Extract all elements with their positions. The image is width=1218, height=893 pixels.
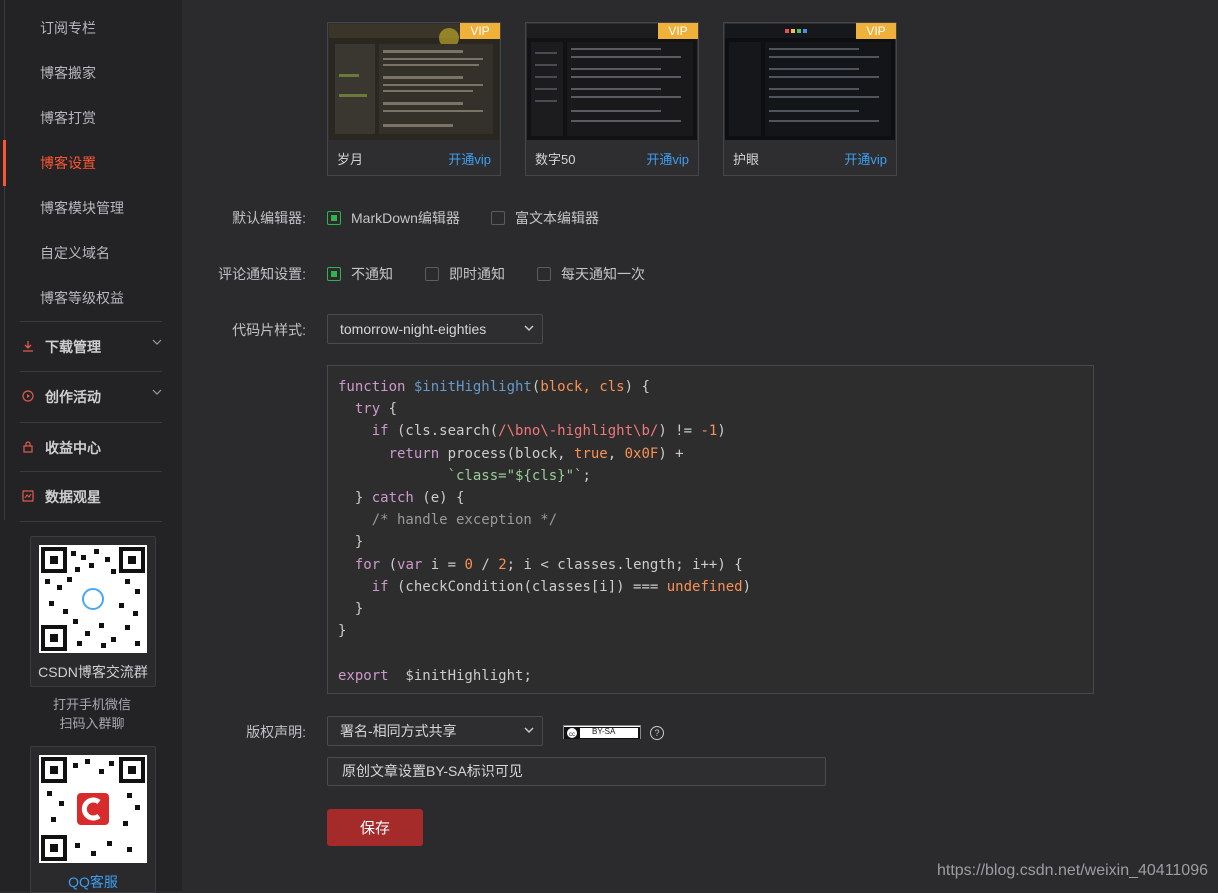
save-button[interactable]: 保存 [327, 809, 423, 846]
theme-card-huyan[interactable]: VIP 护眼 开通vip [723, 22, 897, 176]
option-label: 每天通知一次 [561, 266, 645, 282]
active-indicator [3, 140, 6, 186]
editor-option-markdown[interactable]: MarkDown编辑器 [327, 208, 460, 228]
comment-notify-label: 评论通知设置: [218, 266, 306, 282]
option-label: MarkDown编辑器 [351, 210, 460, 226]
cc-badge-text: BY-SA [592, 727, 616, 736]
sidebar-item-level-benefits[interactable]: 博客等级权益 [40, 288, 124, 308]
sidebar-item-blog-move[interactable]: 博客搬家 [40, 63, 96, 83]
notify-option-none[interactable]: 不通知 [327, 264, 393, 284]
checkbox-unchecked-icon [491, 211, 505, 225]
svg-text:cc: cc [569, 732, 575, 738]
sidebar-group-label: 创作活动 [45, 389, 101, 405]
notify-option-instant[interactable]: 即时通知 [425, 264, 505, 284]
theme-card-shuzi50[interactable]: VIP 数字50 开通vip [525, 22, 699, 176]
copyright-label: 版权声明: [246, 724, 306, 740]
play-circle-icon [20, 389, 36, 405]
option-label: 不通知 [351, 266, 393, 282]
sidebar: 订阅专栏 博客搬家 博客打赏 博客设置 博客模块管理 自定义域名 博客等级权益 … [0, 0, 182, 893]
theme-thumbnail [329, 24, 499, 140]
checkbox-unchecked-icon [537, 267, 551, 281]
sidebar-group-label: 数据观星 [45, 489, 101, 505]
checkbox-checked-icon [327, 211, 341, 225]
divider [20, 371, 162, 372]
sidebar-edge [4, 0, 5, 520]
copyright-note-field[interactable]: 原创文章设置BY-SA标识可见 [327, 757, 826, 786]
notify-option-daily[interactable]: 每天通知一次 [537, 264, 645, 284]
option-label: 富文本编辑器 [515, 210, 599, 226]
sidebar-group-income[interactable]: 收益中心 [20, 436, 162, 460]
qr-code-image [39, 545, 147, 653]
theme-thumbnail [527, 24, 697, 140]
theme-card-suiyue[interactable]: VIP 岁月 开通vip [327, 22, 501, 176]
divider [20, 521, 162, 522]
sidebar-item-custom-domain[interactable]: 自定义域名 [40, 243, 110, 263]
qq-service-link[interactable]: QQ客服 [31, 872, 155, 892]
divider [20, 471, 162, 472]
vip-badge: VIP [460, 23, 500, 39]
sidebar-item-blog-reward[interactable]: 博客打赏 [40, 108, 96, 128]
lock-icon [20, 440, 36, 456]
option-label: 即时通知 [449, 266, 505, 282]
qr-caption: CSDN博客交流群 [38, 664, 148, 680]
open-vip-link[interactable]: 开通vip [448, 149, 491, 168]
download-icon [20, 340, 36, 355]
code-style-label: 代码片样式: [232, 322, 306, 338]
help-icon[interactable]: ? [650, 726, 664, 740]
code-style-select[interactable]: tomorrow-night-eighties [327, 314, 543, 344]
theme-thumbnail [725, 24, 895, 140]
vip-badge: VIP [856, 23, 896, 39]
chart-icon [20, 489, 36, 505]
open-vip-link[interactable]: 开通vip [844, 149, 887, 168]
open-vip-link[interactable]: 开通vip [646, 149, 689, 168]
checkbox-unchecked-icon [425, 267, 439, 281]
theme-name: 数字50 [535, 152, 576, 167]
editor-label: 默认编辑器: [232, 210, 306, 226]
theme-name: 岁月 [337, 152, 364, 167]
chevron-down-icon [524, 315, 534, 343]
code-sample: function $initHighlight(block, cls) { tr… [338, 379, 752, 684]
sidebar-item-subscribe-column[interactable]: 订阅专栏 [40, 18, 96, 38]
qr-note-line1: 打开手机微信 [52, 697, 131, 712]
code-preview: function $initHighlight(block, cls) { tr… [327, 365, 1094, 694]
select-value: 署名-相同方式共享 [340, 723, 457, 739]
chevron-down-icon [524, 717, 534, 745]
watermark: https://blog.csdn.net/weixin_40411096 [936, 862, 1208, 879]
sidebar-group-label: 下载管理 [45, 339, 101, 355]
editor-option-richtext[interactable]: 富文本编辑器 [491, 208, 599, 228]
vip-badge: VIP [658, 23, 698, 39]
cc-by-sa-badge: cc BY-SA [563, 725, 641, 739]
sidebar-item-blog-settings[interactable]: 博客设置 [40, 153, 96, 173]
checkbox-checked-icon [327, 267, 341, 281]
qr-card-group: CSDN博客交流群 [30, 536, 156, 687]
divider [20, 422, 162, 423]
qr-code-image [39, 755, 147, 863]
chevron-down-icon [152, 387, 162, 400]
sidebar-group-label: 收益中心 [45, 440, 101, 456]
theme-name: 护眼 [733, 152, 760, 167]
sidebar-group-data[interactable]: 数据观星 [20, 485, 162, 509]
qr-card-service: QQ客服 [30, 746, 156, 893]
select-value: tomorrow-night-eighties [340, 321, 487, 337]
copyright-select[interactable]: 署名-相同方式共享 [327, 716, 543, 746]
sidebar-group-creation[interactable]: 创作活动 [20, 385, 162, 409]
